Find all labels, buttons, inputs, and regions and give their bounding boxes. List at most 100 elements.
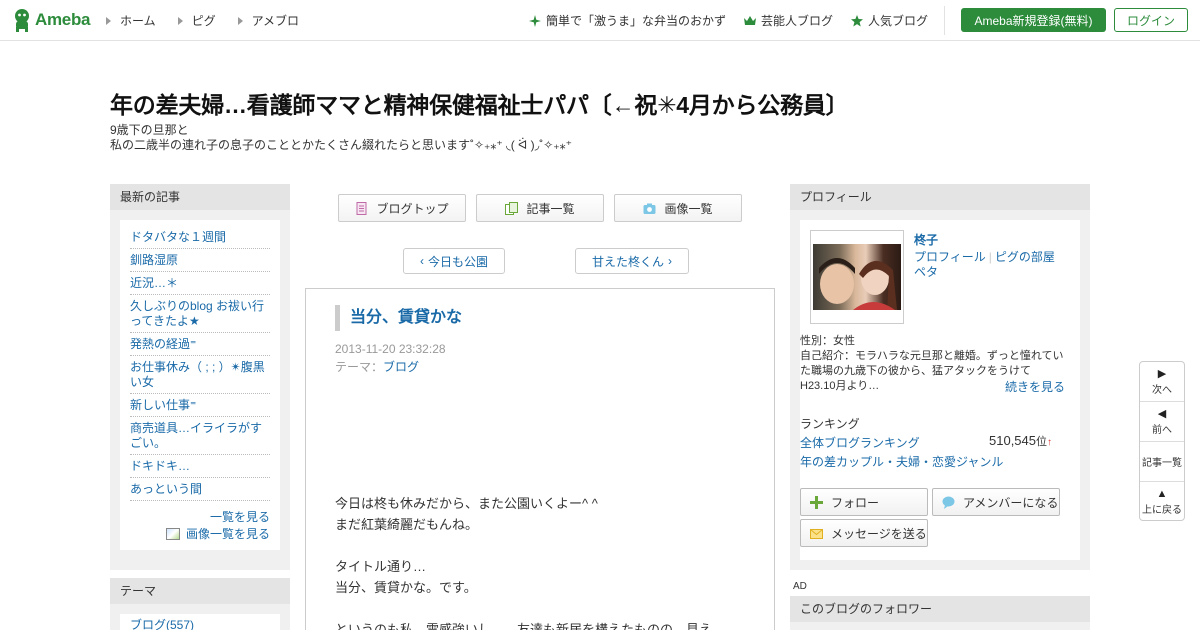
blog-desc-line2: 私の二歳半の連れ子の息子のこととかたくさん綴れたらと思います˚✧₊⁎⁺ ◟( ᐛ… (110, 138, 572, 152)
article-line: 当分、賃貸かな。です。 (335, 580, 477, 595)
article-title[interactable]: 当分、賃貸かな (335, 305, 462, 331)
followers-body (790, 622, 1090, 630)
crown-icon (743, 15, 756, 25)
follow-button[interactable]: フォロー (800, 488, 928, 516)
pig-room-link[interactable]: ピグの部屋 (995, 250, 1055, 264)
profile-link[interactable]: プロフィール (914, 250, 986, 264)
ranking-genre-link[interactable]: 年の差カップル・夫婦・恋愛ジャンル (800, 453, 1003, 470)
theme-heading: テーマ (110, 578, 290, 604)
profile-gender: 性別：女性 (800, 335, 855, 347)
document-icon (356, 201, 367, 215)
list-item[interactable]: 釧路湿原 (130, 249, 270, 272)
login-button[interactable]: ログイン (1114, 8, 1188, 32)
nav-pig-label: ピグ (191, 14, 216, 28)
ameba-logo-icon (12, 8, 32, 32)
article-list-button[interactable]: 記事一覧 (476, 194, 604, 222)
blog-description: 9歳下の旦那と 私の二歳半の連れ子の息子のこととかたくさん綴れたらと思います˚✧… (110, 123, 572, 153)
article-theme-link[interactable]: ブログ (383, 360, 419, 374)
logo-text: Ameba (35, 10, 91, 29)
article-list-label: 記事一覧 (526, 201, 575, 216)
side-prev-label: 前へ (1152, 424, 1172, 436)
article-line: というのも私、霊感強いし…、友達も新居を構えたものの、見え (335, 622, 713, 630)
article-body: 今日は柊も休みだから、また公園いくよー^ ^ まだ紅葉綺麗だもんね。 タイトル通… (335, 493, 712, 630)
header-divider (944, 6, 945, 35)
profile-name[interactable]: 柊子 (914, 231, 938, 248)
side-top-button[interactable]: ▲ 上に戻る (1140, 482, 1184, 522)
avatar-photo (813, 244, 901, 310)
article-line: 今日は柊も休みだから、また公園いくよー^ ^ (335, 496, 598, 511)
side-navigation: ▶ 次へ ◀ 前へ 記事一覧 ▲ 上に戻る (1139, 361, 1185, 521)
list-item[interactable]: 近況…＊ (130, 272, 270, 295)
article-date: 2013-11-20 23:32:28 (335, 342, 446, 356)
image-list-button[interactable]: 画像一覧 (614, 194, 742, 222)
list-item[interactable]: 久しぶりのblog お祓い行ってきたよ★ (130, 295, 270, 333)
send-message-label: メッセージを送る (831, 526, 927, 541)
list-item[interactable]: ドタバタな１週間 (130, 226, 270, 249)
link-celeb-blog[interactable]: 芸能人ブログ (743, 12, 833, 29)
recent-articles-heading: 最新の記事 (110, 184, 290, 210)
side-next-button[interactable]: ▶ 次へ (1140, 362, 1184, 402)
list-item[interactable]: あっという間 (130, 478, 270, 501)
side-prev-button[interactable]: ◀ 前へ (1140, 402, 1184, 442)
link-popular-blog[interactable]: 人気ブログ (850, 12, 928, 29)
article-theme-label: テーマ： (335, 360, 384, 374)
envelope-icon (810, 529, 823, 539)
blog-top-button[interactable]: ブログトップ (338, 194, 466, 222)
arrow-up-icon: ▲ (1156, 488, 1168, 500)
side-list-button[interactable]: 記事一覧 (1140, 442, 1184, 482)
camera-icon (643, 203, 656, 214)
theme-body: ブログ(557) (120, 614, 280, 630)
plus-icon (810, 496, 823, 509)
prev-article-label: 今日も公園 (427, 254, 488, 269)
prev-article-button[interactable]: ‹ 今日も公園 (403, 248, 505, 274)
ranking-number: 510,545 (989, 433, 1036, 448)
header-feature-links: 簡単で「激うま」な弁当のおかず 芸能人ブログ 人気ブログ (511, 12, 928, 29)
link-bento[interactable]: 簡単で「激うま」な弁当のおかず (528, 12, 726, 29)
next-article-button[interactable]: 甘えた柊くん › (575, 248, 689, 274)
list-item[interactable]: お仕事休み（ ; ; ）✴︎腹黒い女 (130, 356, 270, 394)
list-item[interactable]: 発熱の経過⁼ (130, 333, 270, 356)
side-next-label: 次へ (1152, 384, 1172, 396)
triangle-right-icon (237, 16, 243, 25)
send-message-button[interactable]: メッセージを送る (800, 519, 928, 547)
register-button[interactable]: Ameba新規登録(無料) (961, 8, 1106, 32)
nav-pig[interactable]: ピグ (177, 12, 216, 29)
images-more-link[interactable]: 画像一覧を見る (130, 525, 270, 542)
ranking-value: 510,545位↑ (989, 433, 1052, 449)
list-item[interactable]: 商売道具…イライラがすごい。 (130, 417, 270, 455)
peta-link[interactable]: ペタ (914, 265, 1055, 280)
profile-body: 柊子 プロフィール | ピグの部屋 ペタ 性別：女性 自己紹介：モラハラな元旦那と離… (800, 220, 1080, 560)
profile-more-link[interactable]: 続きを見る (1005, 378, 1065, 395)
speech-bubble-icon (942, 496, 955, 509)
article-line: タイトル通り… (335, 559, 427, 574)
theme-item[interactable]: ブログ(557) (130, 616, 270, 630)
recent-more-link[interactable]: 一覧を見る (130, 509, 270, 525)
global-nav: ホーム ピグ アメブロ (106, 12, 321, 29)
ranking-all-link[interactable]: 全体ブログランキング (800, 434, 920, 451)
nav-home[interactable]: ホーム (106, 12, 156, 29)
ranking-up-icon: ↑ (1047, 437, 1052, 448)
list-item[interactable]: 新しい仕事⁼ (130, 394, 270, 417)
ranking-unit: 位 (1036, 436, 1047, 448)
left-column: 最新の記事 ドタバタな１週間 釧路湿原 近況…＊ 久しぶりのblog お祓い行っ… (110, 184, 290, 630)
next-article-label: 甘えた柊くん (591, 254, 664, 269)
ameba-logo[interactable]: Ameba (12, 8, 90, 32)
images-more-label: 画像一覧を見る (185, 527, 270, 541)
nav-home-label: ホーム (120, 14, 156, 28)
image-list-label: 画像一覧 (664, 201, 713, 216)
chevron-left-icon: ‹ (419, 254, 424, 268)
article: 当分、賃貸かな 2013-11-20 23:32:28 テーマ：ブログ 今日は柊… (305, 288, 775, 630)
amember-button[interactable]: アメンバーになる (932, 488, 1060, 516)
image-list-icon (165, 527, 180, 540)
link-popular-blog-label: 人気ブログ (867, 14, 928, 28)
blog-title[interactable]: 年の差夫婦…看護師ママと精神保健福祉士パパ〔←祝✳︎4月から公務員〕 (110, 86, 849, 120)
recent-list: ドタバタな１週間 釧路湿原 近況…＊ 久しぶりのblog お祓い行ってきたよ★ … (130, 226, 270, 501)
play-right-icon: ▶ (1157, 367, 1167, 380)
avatar[interactable] (810, 230, 904, 324)
profile-heading: プロフィール (790, 184, 1090, 210)
nav-ameblo[interactable]: アメブロ (237, 12, 299, 29)
chevron-right-icon: › (668, 254, 672, 268)
list-item[interactable]: ドキドキ… (130, 455, 270, 478)
followers-heading: このブログのフォロワー (790, 596, 1090, 622)
star-icon (850, 14, 863, 26)
